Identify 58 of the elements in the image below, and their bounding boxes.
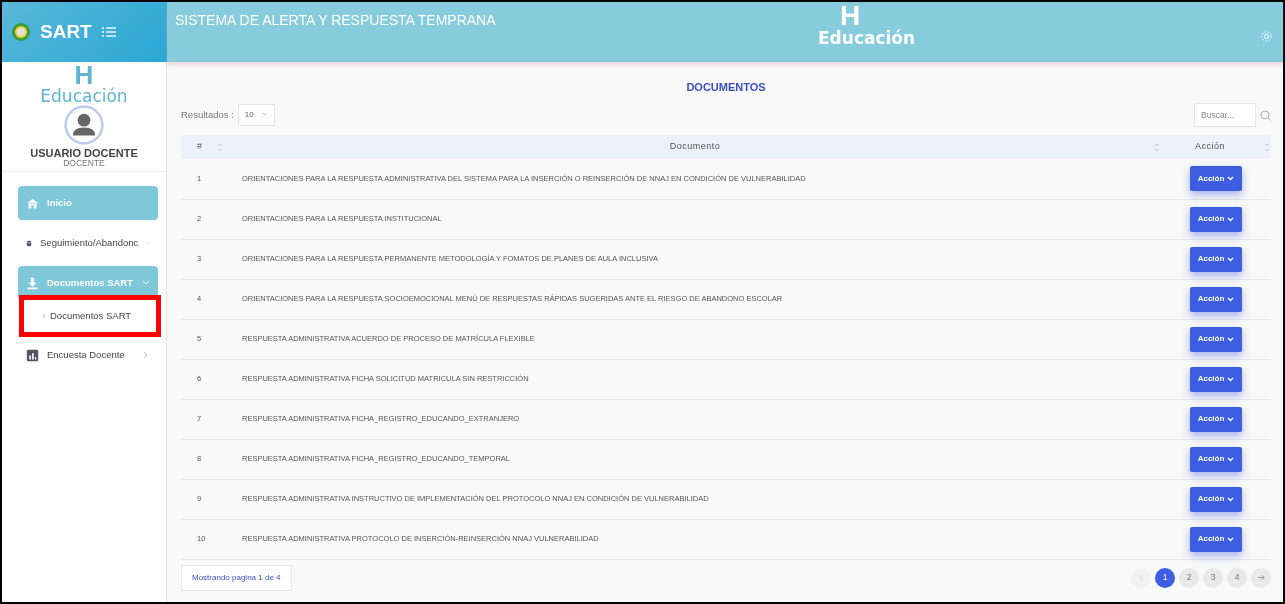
search-field[interactable]: Buscar...	[1194, 103, 1256, 127]
action-button[interactable]: Acción	[1189, 406, 1243, 432]
sort-icon[interactable]	[1264, 141, 1270, 153]
column-header: #	[197, 140, 203, 154]
sidebar-item[interactable]: Encuesta Docente	[18, 338, 158, 372]
emblem-icon	[12, 23, 30, 41]
user-role: DOCENTE	[62, 159, 106, 169]
logo-text: Educación	[39, 88, 129, 105]
action-button[interactable]: Acción	[1189, 286, 1243, 312]
settings-icon[interactable]	[1260, 30, 1273, 43]
page-size-select[interactable]: 10	[237, 104, 275, 126]
section-title: DOCUMENTOS	[686, 81, 766, 93]
menu-icon[interactable]	[101, 26, 116, 38]
app-name: SART	[40, 19, 92, 44]
page-button[interactable]: 4	[1227, 567, 1247, 588]
page-button[interactable]: 2	[1179, 567, 1199, 588]
page-button[interactable]: 1	[1155, 567, 1175, 588]
caret-icon	[1227, 496, 1235, 502]
chevron-icon	[42, 313, 46, 319]
sort-icon[interactable]	[216, 141, 223, 153]
chevron-icon	[142, 351, 150, 359]
results-label: Resultados :	[181, 107, 234, 122]
search-icon[interactable]	[1260, 109, 1271, 121]
caret-icon	[1227, 216, 1235, 222]
caret-icon	[1227, 456, 1235, 462]
action-button[interactable]: Acción	[1189, 246, 1243, 272]
caret-icon	[1227, 336, 1235, 342]
action-button[interactable]: Acción	[1189, 526, 1243, 552]
logo-mark: H	[74, 62, 94, 88]
right-arrow-icon	[1257, 574, 1265, 581]
action-button[interactable]: Acción	[1189, 446, 1243, 472]
caret-icon	[1227, 256, 1235, 262]
user-name: USUARIO DOCENTE	[30, 147, 138, 159]
action-button[interactable]: Acción	[1189, 326, 1243, 352]
caret-icon	[1227, 416, 1235, 422]
avatar-icon	[64, 105, 104, 145]
home-icon	[26, 196, 39, 210]
column-header: Documento	[669, 140, 721, 154]
page-info: Mostrando pagina 1 de 4	[181, 564, 292, 591]
sidebar-item[interactable]: Seguimiento/Abandonc	[18, 226, 158, 260]
page-header-title: SISTEMA DE ALERTA Y RESPUESTA TEMPRANA	[175, 11, 496, 30]
action-button[interactable]: Acción	[1189, 166, 1243, 192]
bar-chart-icon	[26, 348, 39, 362]
caret-icon	[1227, 536, 1235, 542]
logo-mark: H	[840, 2, 861, 30]
action-button[interactable]: Acción	[1189, 366, 1243, 392]
download-icon	[26, 276, 39, 290]
logo-text: Educación	[818, 30, 916, 47]
page-button[interactable]: 3	[1203, 567, 1223, 588]
next-page-button[interactable]	[1251, 567, 1271, 588]
caret-icon	[1227, 176, 1235, 182]
chevron-icon	[142, 279, 150, 287]
action-button[interactable]: Acción	[1189, 486, 1243, 512]
sort-icon[interactable]	[1154, 141, 1160, 153]
column-header: Acción	[1195, 140, 1225, 154]
caret-icon	[1227, 296, 1235, 302]
caret-icon	[1227, 376, 1235, 382]
action-button[interactable]: Acción	[1189, 206, 1243, 232]
